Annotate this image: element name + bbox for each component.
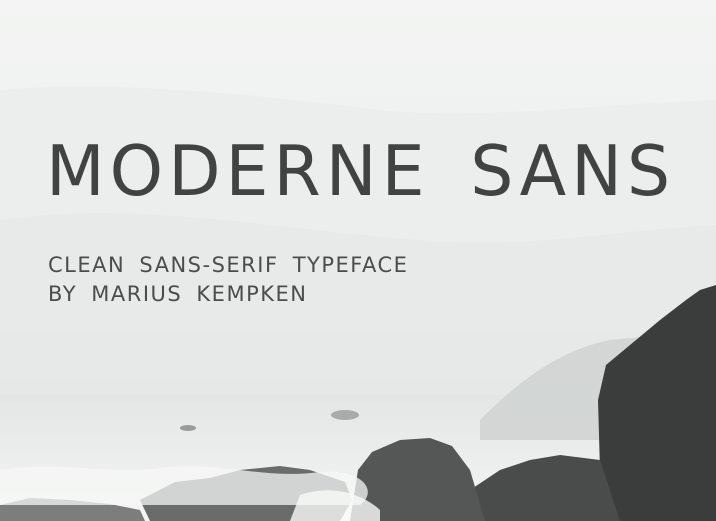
distant-rock [331, 410, 359, 420]
font-title: MODERNE SANS [46, 131, 676, 213]
subtitle-author: BY MARIUS KEMPKEN [48, 282, 308, 306]
subtitle-description: CLEAN SANS-SERIF TYPEFACE [48, 253, 409, 277]
cover-image: MODERNE SANS CLEAN SANS-SERIF TYPEFACE B… [0, 0, 716, 521]
distant-rock [180, 425, 196, 431]
